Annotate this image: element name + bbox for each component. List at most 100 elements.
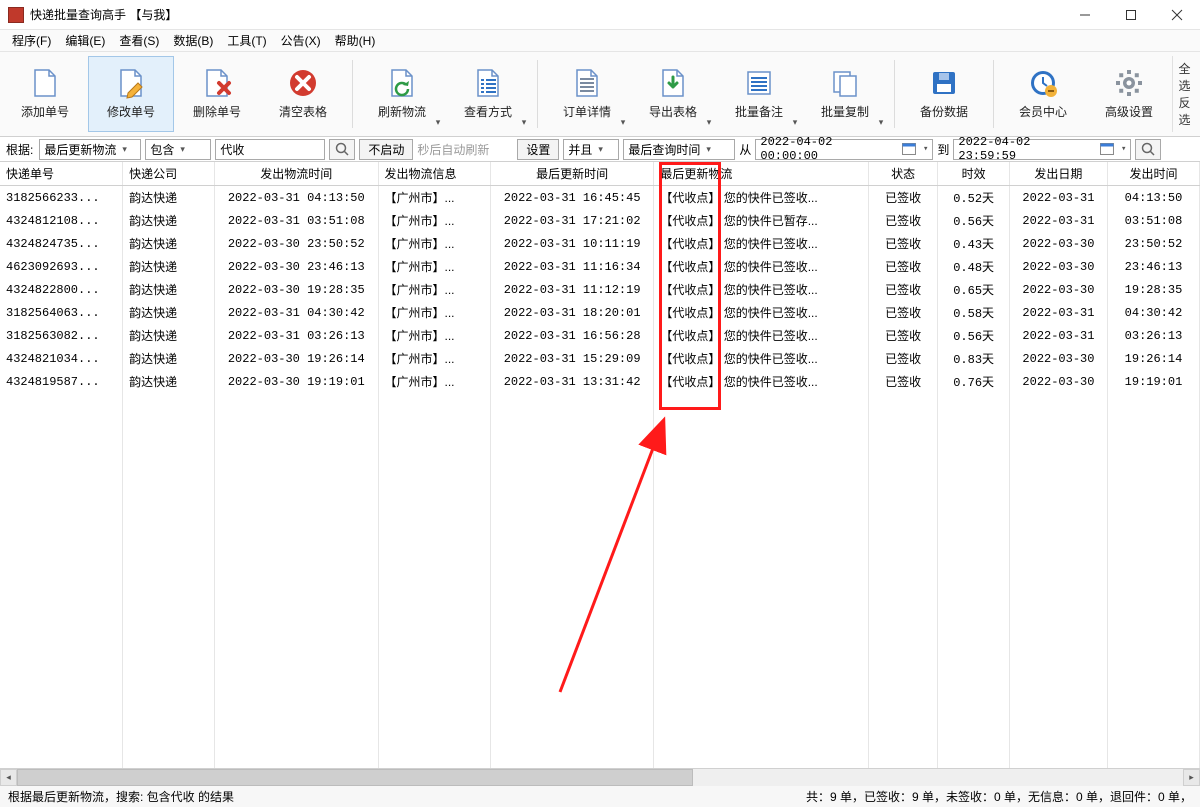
cell: 已签收 <box>868 370 937 393</box>
to-datetime-picker[interactable]: 2022-04-02 23:59:59 ▾ <box>953 139 1131 160</box>
column-header-status[interactable]: 状态 <box>868 162 937 186</box>
minimize-button[interactable] <box>1062 0 1108 30</box>
apply-filter-button[interactable] <box>1135 139 1161 160</box>
filter-logic-combo[interactable]: 并且 ▾ <box>563 139 619 160</box>
menu-item[interactable]: 编辑(E) <box>59 30 111 51</box>
column-header-ship_date[interactable]: 发出日期 <box>1009 162 1107 186</box>
menu-item[interactable]: 帮助(H) <box>329 30 382 51</box>
cell: 3182566233... <box>0 186 123 210</box>
menu-item[interactable]: 查看(S) <box>113 30 165 51</box>
filter-match-combo[interactable]: 包含 ▾ <box>145 139 211 160</box>
column-header-ship_time[interactable]: 发出时间 <box>1107 162 1199 186</box>
menu-item[interactable]: 数据(B) <box>167 30 219 51</box>
cell: 韵达快递 <box>123 370 215 393</box>
calendar-icon <box>1099 141 1115 157</box>
table-row[interactable]: 3182564063...韵达快递2022-03-31 04:30:42【广州市… <box>0 301 1200 324</box>
cell: 0.56天 <box>938 209 1010 232</box>
search-button[interactable] <box>329 139 355 160</box>
export-button[interactable]: 导出表格▾ <box>630 56 716 132</box>
edit-order-button[interactable]: 修改单号 <box>88 56 174 132</box>
scroll-thumb[interactable] <box>17 769 693 786</box>
cell-last-info: 【代收点】 您的快件已签收... <box>654 324 869 347</box>
cell: 【广州市】... <box>378 370 490 393</box>
table-row[interactable]: 4324819587...韵达快递2022-03-30 19:19:01【广州市… <box>0 370 1200 393</box>
cell-last-info: 【代收点】 您的快件已签收... <box>654 370 869 393</box>
from-datetime-value: 2022-04-02 00:00:00 <box>760 135 897 163</box>
cell: 2022-03-31 03:26:13 <box>215 324 378 347</box>
last-info-rest: 您的快件已签收... <box>720 329 817 343</box>
scroll-right-button[interactable]: ▸ <box>1183 769 1200 786</box>
menu-item[interactable]: 程序(F) <box>6 30 57 51</box>
adv-settings-button[interactable]: 高级设置 <box>1086 56 1172 132</box>
cell: 2022-03-31 16:45:45 <box>490 186 653 210</box>
user-clock-icon <box>1027 67 1059 99</box>
table-row[interactable]: 4324821034...韵达快递2022-03-30 19:26:14【广州市… <box>0 347 1200 370</box>
maximize-button[interactable] <box>1108 0 1154 30</box>
column-header-send_info[interactable]: 发出物流信息 <box>378 162 490 186</box>
cell: 韵达快递 <box>123 278 215 301</box>
menu-item[interactable]: 公告(X) <box>275 30 327 51</box>
cell: 2022-03-31 15:29:09 <box>490 347 653 370</box>
scroll-track[interactable] <box>17 769 1183 786</box>
member-button[interactable]: 会员中心 <box>1000 56 1086 132</box>
filter-time-field-combo[interactable]: 最后查询时间 ▾ <box>623 139 735 160</box>
menu-item[interactable]: 工具(T) <box>221 30 272 51</box>
view-mode-button[interactable]: 查看方式▾ <box>445 56 531 132</box>
auto-refresh-placeholder: 秒后自动刷新 <box>417 141 513 158</box>
cell: 3182564063... <box>0 301 123 324</box>
toolbar-button-label: 删除单号 <box>193 103 241 120</box>
batch-note-button[interactable]: 批量备注▾ <box>716 56 802 132</box>
refresh-button[interactable]: 刷新物流▾ <box>359 56 445 132</box>
cell: 0.83天 <box>938 347 1010 370</box>
toolbar: 添加单号修改单号删除单号 清空表格刷新物流▾查看方式▾订单详情▾导出表格▾批量备注… <box>0 51 1200 137</box>
cell: 【广州市】... <box>378 186 490 210</box>
column-header-duration[interactable]: 时效 <box>938 162 1010 186</box>
filter-field-value: 最后更新物流 <box>44 141 116 158</box>
column-header-last_update[interactable]: 最后更新时间 <box>490 162 653 186</box>
filter-search-input[interactable] <box>220 142 320 156</box>
clear-table-button[interactable]: 清空表格 <box>260 56 346 132</box>
column-header-send_time[interactable]: 发出物流时间 <box>215 162 378 186</box>
cell: 03:26:13 <box>1107 324 1199 347</box>
cell: 已签收 <box>868 347 937 370</box>
auto-refresh-toggle[interactable]: 不启动 <box>359 139 413 160</box>
close-button[interactable] <box>1154 0 1200 30</box>
cell: 3182563082... <box>0 324 123 347</box>
cell: 【广州市】... <box>378 324 490 347</box>
horizontal-scrollbar[interactable]: ◂ ▸ <box>0 768 1200 785</box>
filter-field-combo[interactable]: 最后更新物流 ▾ <box>39 139 141 160</box>
cell: 2022-03-30 23:46:13 <box>215 255 378 278</box>
data-grid[interactable]: 快递单号快递公司发出物流时间发出物流信息最后更新时间最后更新物流状态时效发出日期… <box>0 162 1200 768</box>
to-label: 到 <box>937 141 949 158</box>
cell: 【广州市】... <box>378 278 490 301</box>
doc-blank-icon <box>29 67 61 99</box>
table-row[interactable]: 3182566233...韵达快递2022-03-31 04:13:50【广州市… <box>0 186 1200 210</box>
column-header-company[interactable]: 快递公司 <box>123 162 215 186</box>
backup-button[interactable]: 备份数据 <box>901 56 987 132</box>
column-header-track_no[interactable]: 快递单号 <box>0 162 123 186</box>
cell: 2022-03-31 <box>1009 186 1107 210</box>
table-row[interactable]: 4623092693...韵达快递2022-03-30 23:46:13【广州市… <box>0 255 1200 278</box>
delete-order-button[interactable]: 删除单号 <box>174 56 260 132</box>
column-header-last_info[interactable]: 最后更新物流 <box>654 162 869 186</box>
cell: 已签收 <box>868 278 937 301</box>
app-icon <box>8 7 24 23</box>
order-detail-button[interactable]: 订单详情▾ <box>544 56 630 132</box>
doc-copy-icon <box>829 67 861 99</box>
cell: 04:13:50 <box>1107 186 1199 210</box>
chevron-down-icon: ▾ <box>120 144 129 155</box>
table-row-empty <box>0 591 1200 613</box>
doc-lines-icon <box>743 67 775 99</box>
settings-button[interactable]: 设置 <box>517 139 559 160</box>
batch-copy-button[interactable]: 批量复制▾ <box>802 56 888 132</box>
side-action[interactable]: 全选 <box>1173 60 1196 94</box>
side-action[interactable]: 反选 <box>1173 94 1196 128</box>
from-datetime-picker[interactable]: 2022-04-02 00:00:00 ▾ <box>755 139 933 160</box>
scroll-left-button[interactable]: ◂ <box>0 769 17 786</box>
table-row[interactable]: 4324822800...韵达快递2022-03-30 19:28:35【广州市… <box>0 278 1200 301</box>
table-row[interactable]: 4324812108...韵达快递2022-03-31 03:51:08【广州市… <box>0 209 1200 232</box>
add-order-button[interactable]: 添加单号 <box>2 56 88 132</box>
table-row[interactable]: 4324824735...韵达快递2022-03-30 23:50:52【广州市… <box>0 232 1200 255</box>
filter-bar: 根据: 最后更新物流 ▾ 包含 ▾ 不启动 秒后自动刷新 设置 并且 ▾ 最后查… <box>0 137 1200 162</box>
table-row[interactable]: 3182563082...韵达快递2022-03-31 03:26:13【广州市… <box>0 324 1200 347</box>
